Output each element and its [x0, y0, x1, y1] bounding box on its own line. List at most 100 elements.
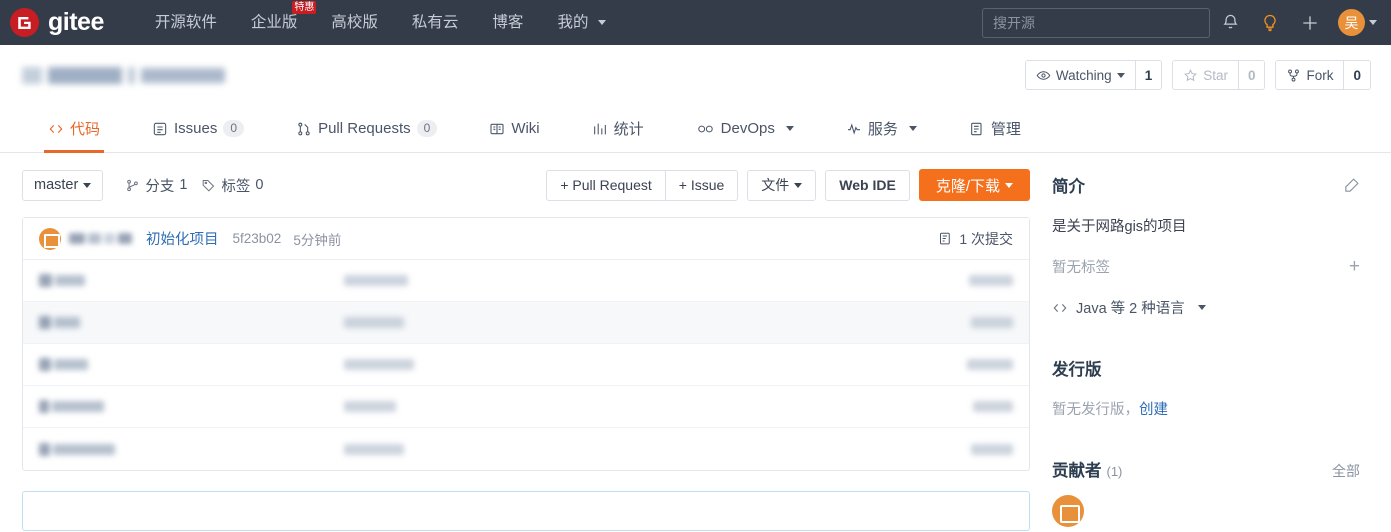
nav-item-education[interactable]: 高校版: [314, 0, 395, 45]
tab-management[interactable]: 管理: [943, 105, 1047, 152]
gitee-logo[interactable]: gitee: [10, 8, 104, 37]
star-button[interactable]: Star: [1173, 61, 1238, 89]
branches-link[interactable]: 分支 1: [125, 175, 187, 196]
latest-commit-row: 初始化项目 5f23b02 5分钟前 1 次提交: [23, 218, 1029, 260]
tab-issues[interactable]: Issues 0: [126, 105, 270, 152]
tab-label: Pull Requests: [318, 120, 411, 137]
tab-label: 代码: [70, 121, 101, 138]
search-input[interactable]: [982, 7, 1210, 38]
issue-icon: [153, 122, 167, 135]
chevron-down-icon[interactable]: [1369, 20, 1377, 25]
languages-row[interactable]: Java 等 2 种语言: [1052, 297, 1360, 318]
table-row[interactable]: [23, 344, 1029, 386]
nav-item-blog[interactable]: 博客: [475, 0, 540, 45]
tab-devops[interactable]: DevOps: [670, 105, 820, 152]
contributors-header: 贡献者 (1) 全部: [1052, 457, 1360, 481]
web-ide-button[interactable]: Web IDE: [825, 169, 910, 201]
tab-statistics[interactable]: 统计: [566, 105, 670, 152]
tab-count: 0: [416, 120, 438, 137]
nav-item-label: 我的: [557, 14, 589, 31]
branches-label: 分支: [145, 178, 175, 195]
file-time: [923, 359, 1013, 370]
promo-badge: 特惠: [292, 1, 317, 14]
star-button-group[interactable]: Star 0: [1172, 60, 1266, 90]
page-title[interactable]: [22, 66, 225, 84]
infinity-icon: [697, 125, 713, 132]
tab-services[interactable]: 服务: [820, 105, 943, 152]
top-nav-right-area: 吴: [982, 0, 1377, 45]
fork-button-group[interactable]: Fork 0: [1275, 60, 1371, 90]
commit-count-link[interactable]: 1 次提交: [938, 229, 1013, 249]
pulse-icon: [847, 122, 860, 135]
table-row[interactable]: [23, 428, 1029, 470]
tab-label: Issues: [174, 120, 218, 137]
tags-count: 0: [255, 177, 264, 193]
tags-link[interactable]: 标签 0: [201, 175, 263, 196]
nav-item-mine[interactable]: 我的: [540, 0, 622, 45]
lightbulb-icon[interactable]: [1250, 0, 1290, 45]
file-name[interactable]: [39, 274, 344, 287]
tab-wiki[interactable]: Wiki: [463, 105, 565, 152]
commit-sha[interactable]: 5f23b02: [233, 231, 282, 246]
languages-label: Java 等 2 种语言: [1076, 301, 1185, 317]
nav-item-opensource[interactable]: 开源软件: [138, 0, 234, 45]
new-issue-button[interactable]: + Issue: [665, 169, 739, 201]
commit-message[interactable]: 初始化项目: [146, 228, 219, 249]
edit-intro-icon[interactable]: [1343, 177, 1360, 194]
fork-button[interactable]: Fork: [1276, 61, 1344, 89]
gitee-logo-icon: [10, 8, 39, 37]
releases-empty-row: 暂无发行版，创建: [1052, 398, 1360, 419]
avatar[interactable]: 吴: [1338, 9, 1365, 36]
intro-description: 是关于网路gis的项目: [1052, 219, 1187, 235]
contributors-title: 贡献者: [1052, 462, 1102, 480]
chevron-down-icon: [1005, 182, 1013, 188]
settings-icon: [970, 122, 982, 135]
tags-row: 暂无标签 +: [1052, 256, 1360, 277]
nav-item-privatecloud[interactable]: 私有云: [395, 0, 476, 45]
new-pull-request-button[interactable]: + Pull Request: [546, 169, 666, 201]
add-tag-icon[interactable]: +: [1349, 257, 1360, 276]
files-dropdown-button[interactable]: 文件: [747, 169, 817, 201]
nav-item-enterprise[interactable]: 企业版 特惠: [234, 0, 317, 45]
main-column: master 分支 1 标签 0 + Pull Request + Issue …: [22, 153, 1030, 531]
branch-selector[interactable]: master: [22, 169, 104, 201]
watch-button-group[interactable]: Watching 1: [1024, 60, 1163, 90]
file-name[interactable]: [39, 316, 344, 329]
watch-label: Watching: [1055, 67, 1112, 83]
tab-pull-requests[interactable]: Pull Requests 0: [270, 105, 463, 152]
file-name[interactable]: [39, 442, 344, 456]
star-count[interactable]: 0: [1237, 61, 1265, 89]
file-name[interactable]: [39, 400, 344, 413]
contributors-all-link[interactable]: 全部: [1332, 461, 1360, 481]
releases-empty-label: 暂无发行版，: [1052, 402, 1139, 418]
book-icon: [490, 123, 504, 134]
repository-toolbar: master 分支 1 标签 0 + Pull Request + Issue …: [22, 153, 1030, 217]
repository-header: Watching 1 Star 0 Fork 0: [0, 45, 1391, 105]
bell-icon[interactable]: [1210, 0, 1250, 45]
create-release-link[interactable]: 创建: [1139, 402, 1168, 418]
chart-icon: [593, 123, 606, 134]
watch-button[interactable]: Watching: [1025, 61, 1135, 89]
main-nav-links: 开源软件 企业版 特惠 高校版 私有云 博客 我的: [138, 0, 623, 45]
watch-count[interactable]: 1: [1134, 61, 1162, 89]
avatar[interactable]: [39, 227, 61, 250]
releases-title: 发行版: [1052, 361, 1102, 379]
table-row[interactable]: [23, 386, 1029, 428]
top-navigation-bar: gitee 开源软件 企业版 特惠 高校版 私有云 博客 我的 搜开源 吴: [0, 0, 1391, 45]
file-commit-message: [344, 317, 923, 328]
avatar[interactable]: [1052, 495, 1084, 527]
tags-label: 标签: [221, 178, 251, 195]
file-name[interactable]: [39, 358, 344, 371]
commit-author[interactable]: [69, 233, 132, 244]
contributors-section: 贡献者 (1) 全部: [1052, 457, 1360, 527]
releases-section: 发行版 暂无发行版，创建: [1052, 356, 1360, 419]
plus-icon[interactable]: [1290, 0, 1330, 45]
fork-count[interactable]: 0: [1343, 61, 1370, 89]
table-row[interactable]: [23, 260, 1029, 302]
file-time: [923, 275, 1013, 286]
table-row[interactable]: [23, 302, 1029, 344]
tag-icon: [203, 179, 215, 192]
tab-code[interactable]: 代码: [22, 105, 126, 153]
clone-download-button[interactable]: 克隆/下载: [918, 169, 1030, 201]
file-time: [923, 317, 1013, 328]
